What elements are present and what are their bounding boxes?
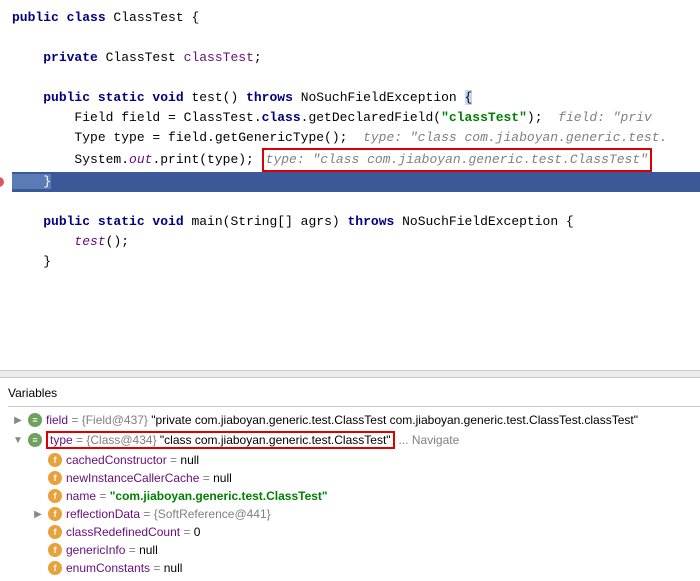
breakpoint-icon[interactable]	[0, 177, 4, 187]
code-line-13: }	[12, 252, 700, 272]
stack-icon: ≡	[28, 413, 42, 427]
field-icon: f	[48, 471, 62, 485]
panel-divider[interactable]	[0, 370, 700, 378]
field-icon: f	[48, 561, 62, 575]
highlight-box-var: type = {Class@434} "class com.jiaboyan.g…	[46, 431, 395, 449]
code-line-3: private ClassTest classTest;	[12, 48, 700, 68]
code-line-12: test();	[12, 232, 700, 252]
field-icon: f	[48, 453, 62, 467]
var-row-child[interactable]: fenumConstants = null	[8, 559, 700, 577]
breakpoint-line[interactable]: }	[12, 172, 700, 192]
code-line-5: public static void test() throws NoSuchF…	[12, 88, 700, 108]
var-row-child[interactable]: ▶freflectionData = {SoftReference@441}	[8, 505, 700, 523]
chevron-down-icon[interactable]: ▼	[12, 435, 24, 446]
code-line-8: System.out.print(type); type: "class com…	[12, 148, 700, 172]
chevron-right-icon[interactable]: ▶	[32, 509, 44, 520]
var-row-type[interactable]: ▼ ≡ type = {Class@434} "class com.jiaboy…	[8, 429, 700, 451]
variables-panel: Variables ▶ ≡ field = {Field@437} "priva…	[0, 378, 700, 577]
code-line-blank	[12, 68, 700, 88]
field-icon: f	[48, 525, 62, 539]
code-line-blank	[12, 192, 700, 212]
highlight-box-code: type: "class com.jiaboyan.generic.test.C…	[262, 148, 652, 172]
variables-title: Variables	[8, 382, 700, 404]
var-row-child[interactable]: fgenericInfo = null	[8, 541, 700, 559]
var-row-child[interactable]: fcachedConstructor = null	[8, 451, 700, 469]
code-line-6: Field field = ClassTest.class.getDeclare…	[12, 108, 700, 128]
field-icon: f	[48, 489, 62, 503]
var-row-field[interactable]: ▶ ≡ field = {Field@437} "private com.jia…	[8, 411, 700, 429]
var-row-child[interactable]: fclassRedefinedCount = 0	[8, 523, 700, 541]
code-line-11: public static void main(String[] agrs) t…	[12, 212, 700, 232]
code-line-9: }	[12, 172, 700, 192]
code-line-blank	[12, 28, 700, 48]
field-icon: f	[48, 507, 62, 521]
var-row-child[interactable]: fnewInstanceCallerCache = null	[8, 469, 700, 487]
code-editor[interactable]: public class ClassTest { private ClassTe…	[0, 0, 700, 370]
stack-icon: ≡	[28, 433, 42, 447]
code-line-7: Type type = field.getGenericType(); type…	[12, 128, 700, 148]
code-line-1: public class ClassTest {	[12, 8, 700, 28]
var-row-child[interactable]: fname = "com.jiaboyan.generic.test.Class…	[8, 487, 700, 505]
field-icon: f	[48, 543, 62, 557]
chevron-right-icon[interactable]: ▶	[12, 415, 24, 426]
